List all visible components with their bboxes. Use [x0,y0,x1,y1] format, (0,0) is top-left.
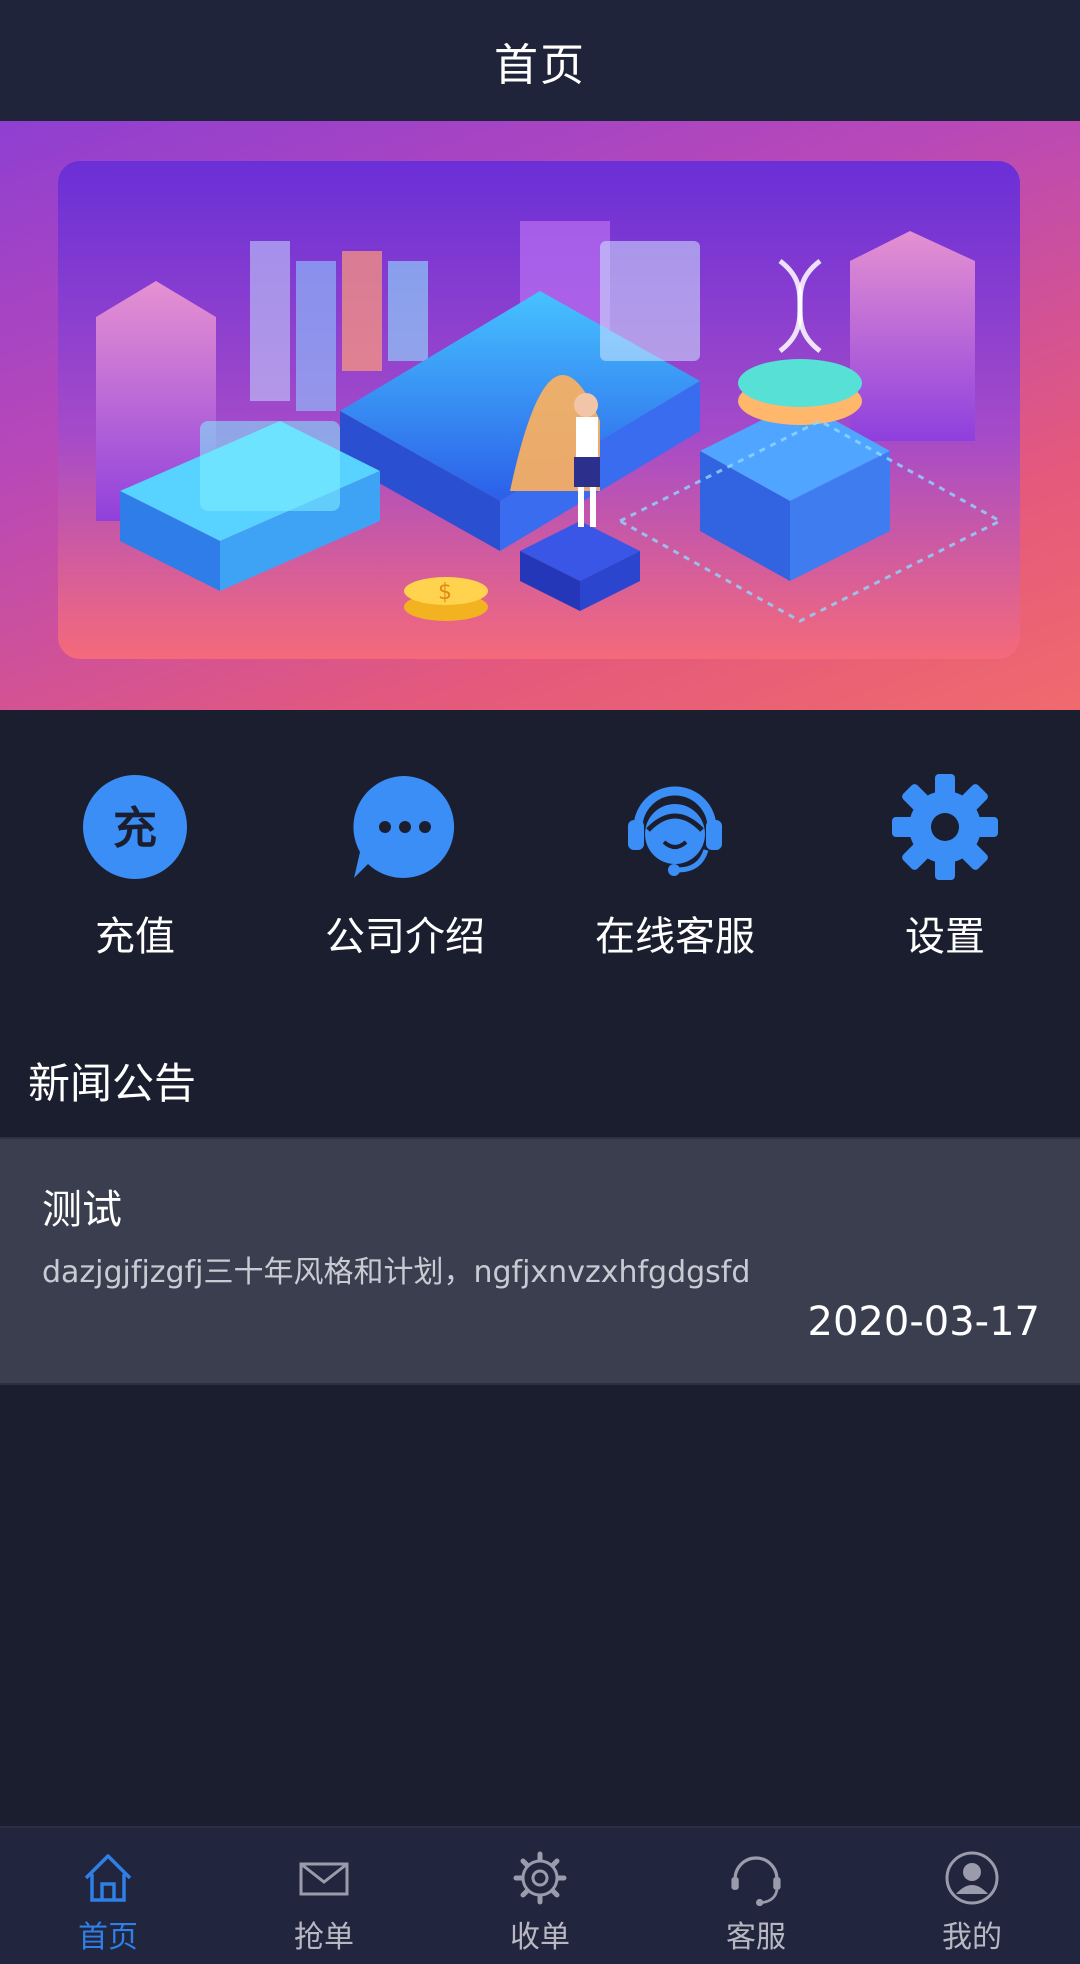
action-recharge[interactable]: 充 充值 [0,710,270,1010]
news-item[interactable]: 测试 dazjgjfjzgfj三十年风格和计划，ngfjxnvzxhfgdgsf… [0,1137,1080,1385]
news-date: 2020-03-17 [807,1299,1040,1345]
action-label: 公司介绍 [325,914,485,960]
headset-icon [726,1848,786,1908]
quick-actions: 充 充值 公司介绍 在线客服 设置 [0,710,1080,1010]
news-body: dazjgjfjzgfj三十年风格和计划，ngfjxnvzxhfgdgsfd [42,1255,751,1290]
bottom-nav: 首页 抢单 收单 客服 我的 [0,1826,1080,1964]
action-label: 在线客服 [595,914,755,960]
action-company-intro[interactable]: 公司介绍 [270,710,540,1010]
hero-banner[interactable]: $ [0,121,1080,710]
news-title: 测试 [42,1187,122,1233]
page-title: 首页 [494,39,586,91]
nav-item-receive-order[interactable]: 收单 [432,1828,648,1964]
action-label: 设置 [905,914,985,960]
nav-label: 客服 [726,1920,786,1955]
user-icon [942,1848,1002,1908]
action-settings[interactable]: 设置 [810,710,1080,1010]
envelope-icon [294,1848,354,1908]
news-section-title: 新闻公告 [28,1059,197,1108]
recharge-icon-glyph: 充 [113,803,157,854]
coin-symbol: $ [438,580,452,605]
home-icon [78,1848,138,1908]
nav-label: 抢单 [294,1920,354,1955]
nav-item-home[interactable]: 首页 [0,1828,216,1964]
action-online-service[interactable]: 在线客服 [540,710,810,1010]
chat-bubble-icon [350,772,460,882]
nav-item-grab-order[interactable]: 抢单 [216,1828,432,1964]
app-header: 首页 [0,0,1080,121]
gear-icon [890,772,1000,882]
recharge-icon: 充 [80,772,190,882]
nav-item-mine[interactable]: 我的 [864,1828,1080,1964]
banner-illustration: $ [58,161,1020,659]
gear-icon [510,1848,570,1908]
nav-label: 首页 [78,1920,138,1955]
headset-agent-icon [620,772,730,882]
nav-item-customer-service[interactable]: 客服 [648,1828,864,1964]
action-label: 充值 [95,914,175,960]
nav-label: 收单 [510,1920,570,1955]
nav-label: 我的 [942,1920,1002,1955]
